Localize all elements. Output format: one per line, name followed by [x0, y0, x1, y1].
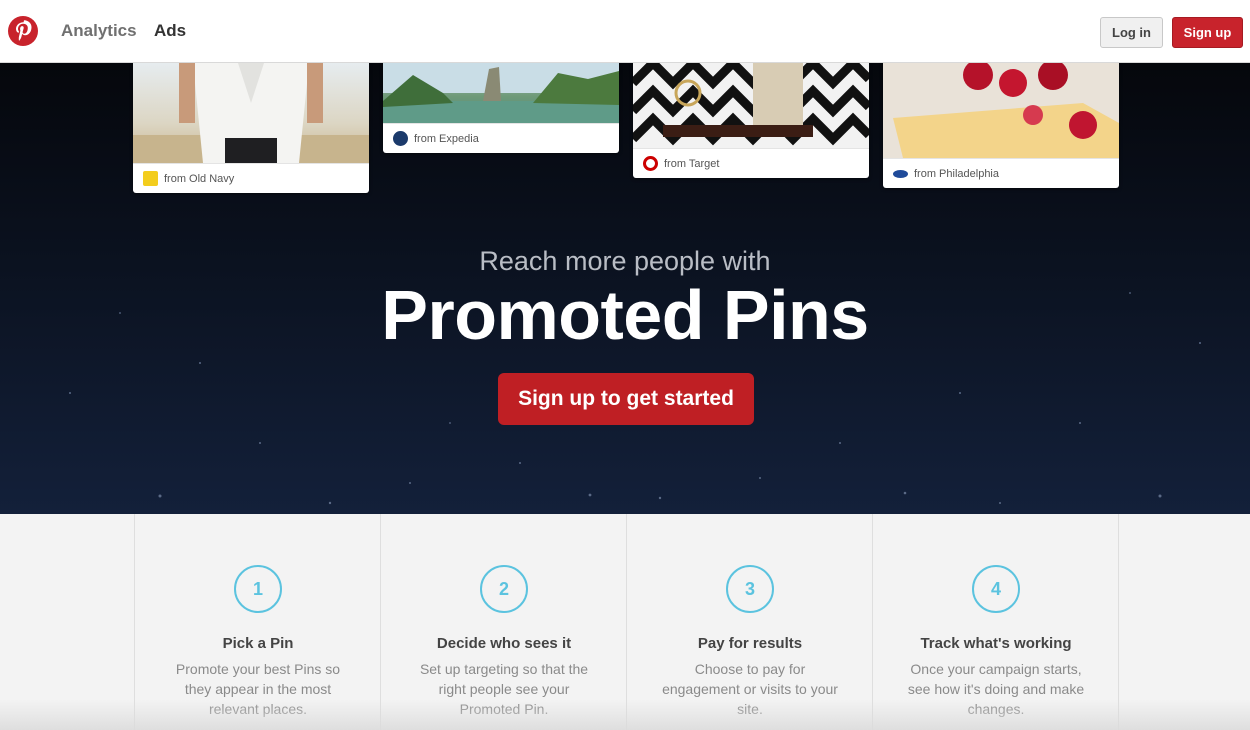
pin-source-label: from Philadelphia [914, 167, 999, 180]
expedia-icon [393, 131, 408, 146]
hero-section: from Old Navy from Expedia from Target f… [0, 63, 1250, 514]
pin-image [883, 63, 1119, 158]
pin-source-label: from Old Navy [164, 172, 235, 185]
signup-button[interactable]: Sign up [1172, 17, 1243, 48]
pin-card[interactable]: from Expedia [383, 63, 619, 153]
pin-image [133, 63, 369, 163]
pin-card[interactable]: from Target [633, 63, 869, 178]
page-bottom-fade [0, 700, 1250, 730]
nav-link-ads[interactable]: Ads [154, 21, 186, 41]
step-title: Pay for results [697, 635, 803, 652]
pin-source[interactable]: from Old Navy [133, 163, 369, 193]
old-navy-icon [143, 171, 158, 186]
nav-link-analytics[interactable]: Analytics [61, 21, 137, 41]
pin-image [383, 63, 619, 123]
get-started-button[interactable]: Sign up to get started [498, 373, 754, 425]
pinterest-logo-icon[interactable] [8, 16, 38, 46]
step-number-badge: 1 [234, 565, 282, 613]
steps-section: 1 Pick a Pin Promote your best Pins so t… [134, 514, 1119, 730]
pin-source[interactable]: from Target [633, 148, 869, 178]
pin-card[interactable]: from Old Navy [133, 63, 369, 193]
step-title: Pick a Pin [222, 635, 294, 652]
login-button[interactable]: Log in [1100, 17, 1163, 48]
hero-subtitle: Reach more people with [479, 246, 771, 276]
step-title: Track what's working [920, 635, 1072, 652]
step-card: 2 Decide who sees it Set up targeting so… [381, 514, 627, 730]
step-card: 4 Track what's working Once your campaig… [873, 514, 1119, 730]
pin-image [633, 63, 869, 148]
target-icon [643, 156, 658, 171]
step-title: Decide who sees it [436, 635, 572, 652]
step-number-badge: 4 [972, 565, 1020, 613]
step-card: 1 Pick a Pin Promote your best Pins so t… [135, 514, 381, 730]
pin-source-label: from Expedia [414, 132, 479, 145]
hero-title: Promoted Pins [381, 276, 869, 354]
pin-source[interactable]: from Expedia [383, 123, 619, 153]
philadelphia-icon [893, 169, 908, 178]
top-nav: Analytics Ads Log in Sign up [0, 0, 1250, 63]
step-number-badge: 2 [480, 565, 528, 613]
step-card: 3 Pay for results Choose to pay for enga… [627, 514, 873, 730]
pin-source-label: from Target [664, 157, 720, 170]
pin-source[interactable]: from Philadelphia [883, 158, 1119, 188]
step-number-badge: 3 [726, 565, 774, 613]
pin-card[interactable]: from Philadelphia [883, 63, 1119, 188]
